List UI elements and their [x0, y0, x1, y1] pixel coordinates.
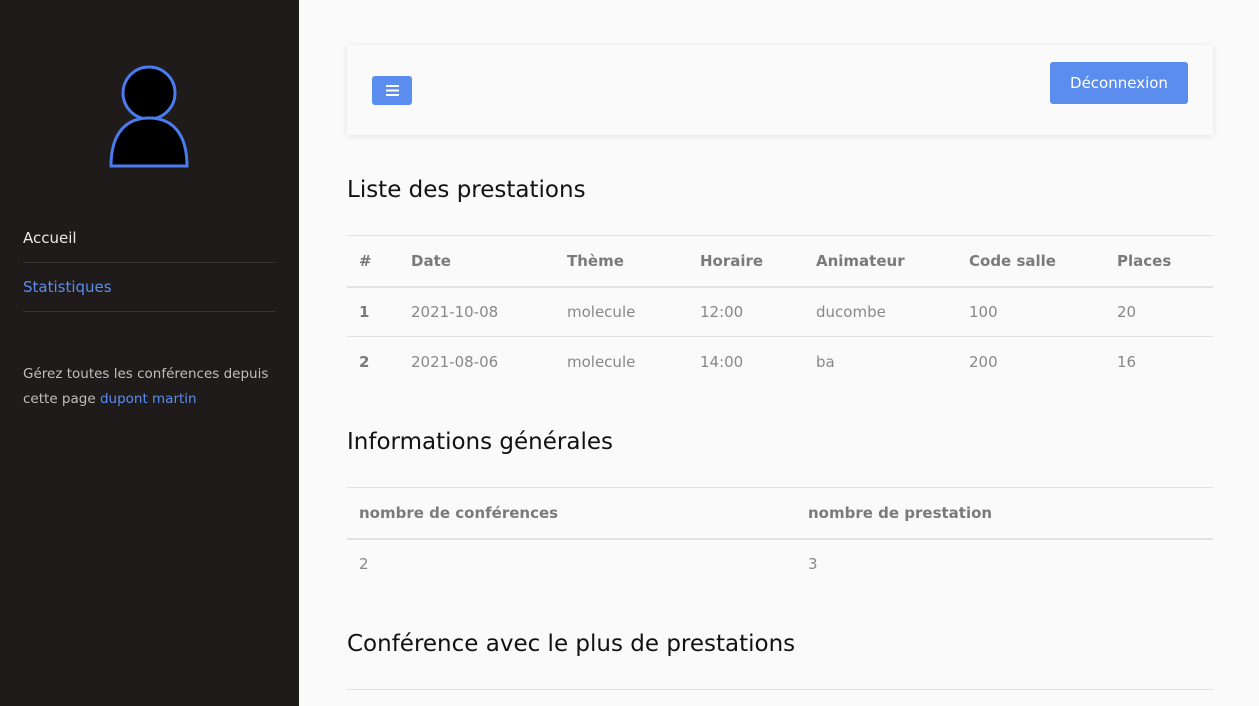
- table-cell: ba: [816, 352, 835, 371]
- table-cell: 16: [1117, 352, 1137, 371]
- table-header-row: nombre de conférences nombre de prestati…: [347, 487, 1213, 540]
- table-cell: molecule: [567, 352, 636, 371]
- logout-button[interactable]: Déconnexion: [1050, 62, 1188, 104]
- column-header: nombre de conférences: [347, 487, 796, 540]
- section-title-top-conference: Conférence avec le plus de prestations: [347, 631, 796, 657]
- column-header: Places: [1105, 235, 1213, 288]
- column-header: #: [347, 235, 399, 288]
- table-cell: 20: [1105, 286, 1213, 337]
- section-title-prestations: Liste des prestations: [347, 177, 586, 203]
- prestations-table: # Date Thème Horaire Animateur Code sall…: [347, 235, 1213, 387]
- table-cell: 2: [359, 352, 370, 371]
- column-header: Code salle: [957, 235, 1105, 288]
- table-row: 2 3: [347, 539, 1213, 589]
- table-cell: 3: [808, 555, 818, 573]
- table-cell: 1: [347, 286, 399, 337]
- section-title-informations: Informations générales: [347, 429, 613, 455]
- sidebar-toggle-button[interactable]: [372, 76, 412, 105]
- divider: [347, 689, 1213, 690]
- user-avatar-icon: [109, 65, 189, 168]
- table-cell: 2: [359, 555, 369, 573]
- sidebar-nav: Accueil Statistiques: [23, 214, 275, 312]
- table-cell: 12:00: [688, 286, 804, 337]
- table-cell: ducombe: [804, 286, 957, 337]
- sidebar-footer: Gérez toutes les conférences depuis cett…: [23, 362, 275, 412]
- table-cell: 2021-08-06: [411, 352, 499, 371]
- column-header: Horaire: [688, 235, 804, 288]
- sidebar-item-statistiques[interactable]: Statistiques: [23, 263, 275, 312]
- table-cell: molecule: [555, 286, 688, 337]
- sidebar-item-accueil[interactable]: Accueil: [23, 214, 275, 263]
- sidebar-item-label[interactable]: Statistiques: [23, 278, 112, 296]
- table-cell: 200: [969, 352, 998, 371]
- top-navbar: Déconnexion: [347, 45, 1213, 135]
- column-header: Date: [399, 235, 555, 288]
- sidebar-item-label[interactable]: Accueil: [23, 229, 77, 247]
- table-cell: 2021-10-08: [399, 286, 555, 337]
- informations-table: nombre de conférences nombre de prestati…: [347, 487, 1213, 589]
- column-header: Thème: [555, 235, 688, 288]
- bars-icon: [385, 85, 399, 96]
- table-row: 1 2021-10-08 molecule 12:00 ducombe 100 …: [347, 286, 1213, 337]
- table-cell: 14:00: [700, 352, 744, 371]
- column-header: nombre de prestation: [796, 487, 1213, 540]
- user-name-link[interactable]: dupont martin: [100, 391, 197, 407]
- table-row: 2 2021-08-06 molecule 14:00 ba 200 16: [347, 337, 1213, 387]
- table-header-row: # Date Thème Horaire Animateur Code sall…: [347, 235, 1213, 288]
- column-header: Animateur: [804, 235, 957, 288]
- table-cell: 100: [957, 286, 1105, 337]
- sidebar: Accueil Statistiques Gérez toutes les co…: [0, 0, 299, 706]
